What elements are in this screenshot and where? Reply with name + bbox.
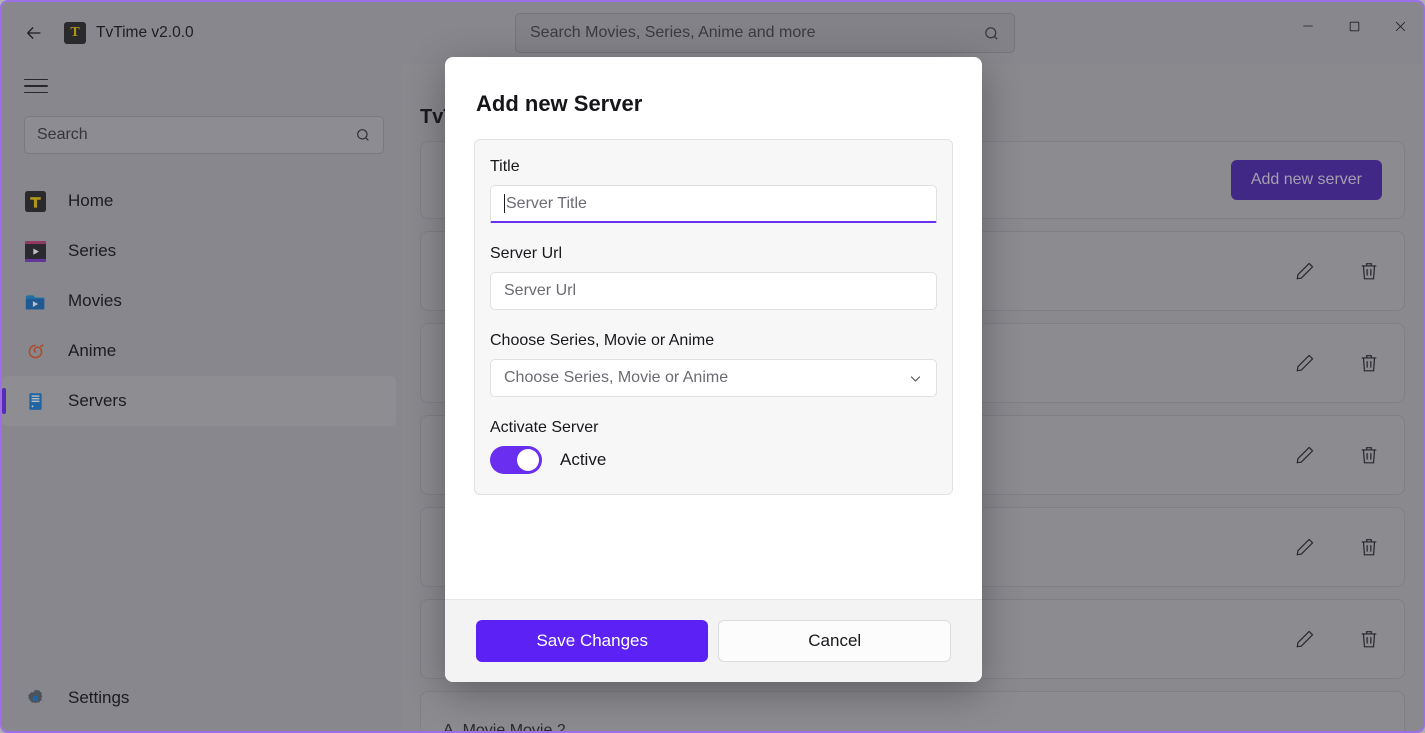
- activate-server-toggle[interactable]: [490, 446, 542, 474]
- dialog-footer: Save Changes Cancel: [445, 599, 982, 682]
- server-title-input[interactable]: Server Title: [490, 185, 937, 223]
- url-field-label: Server Url: [490, 245, 563, 262]
- activate-field-label: Activate Server: [490, 419, 599, 436]
- server-form: Title Server Title Server Url Server Url…: [474, 139, 953, 495]
- toggle-knob: [517, 449, 539, 471]
- dialog-title: Add new Server: [476, 91, 643, 116]
- server-title-placeholder: Server Title: [506, 194, 587, 212]
- server-url-input[interactable]: Server Url: [490, 272, 937, 310]
- media-type-placeholder: Choose Series, Movie or Anime: [504, 369, 729, 386]
- media-type-select[interactable]: Choose Series, Movie or Anime: [490, 359, 937, 397]
- toggle-state-label: Active: [560, 450, 607, 469]
- chevron-down-icon: [910, 375, 921, 382]
- cancel-button[interactable]: Cancel: [718, 620, 951, 662]
- add-server-dialog: Add new Server Title Server Title Server…: [445, 57, 982, 682]
- save-changes-button[interactable]: Save Changes: [476, 620, 709, 662]
- activate-toggle-row: Active: [490, 446, 937, 474]
- text-caret: [504, 194, 505, 213]
- app-window: T TvTime v2.0.0 Search Movies, Series, A…: [0, 0, 1425, 733]
- server-url-placeholder: Server Url: [504, 282, 577, 299]
- type-field-label: Choose Series, Movie or Anime: [490, 332, 715, 349]
- title-field-label: Title: [490, 158, 520, 175]
- dialog-body: Title Server Title Server Url Server Url…: [445, 117, 982, 599]
